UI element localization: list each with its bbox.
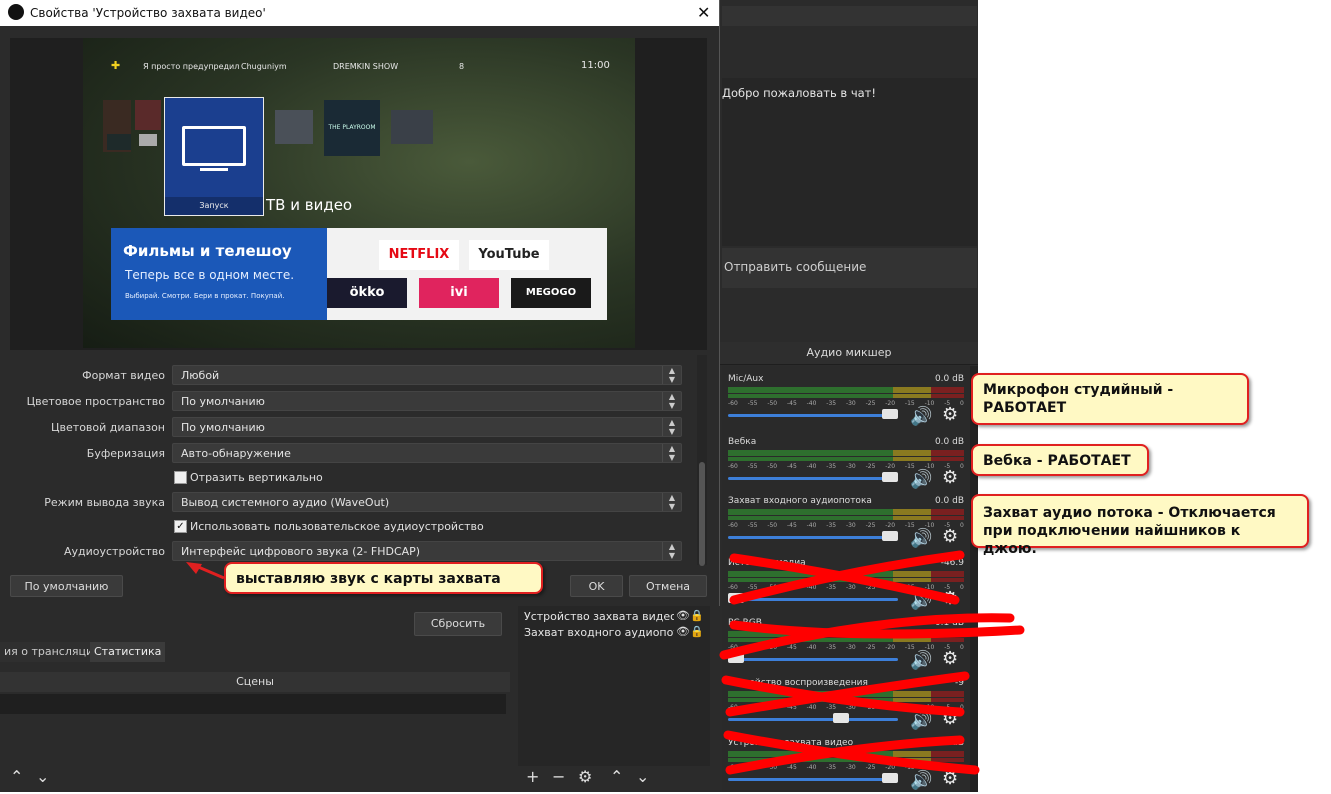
strikeout-scribbles [719,550,1025,775]
annotation-overlay [186,550,1025,775]
annotation-arrow [195,564,225,580]
